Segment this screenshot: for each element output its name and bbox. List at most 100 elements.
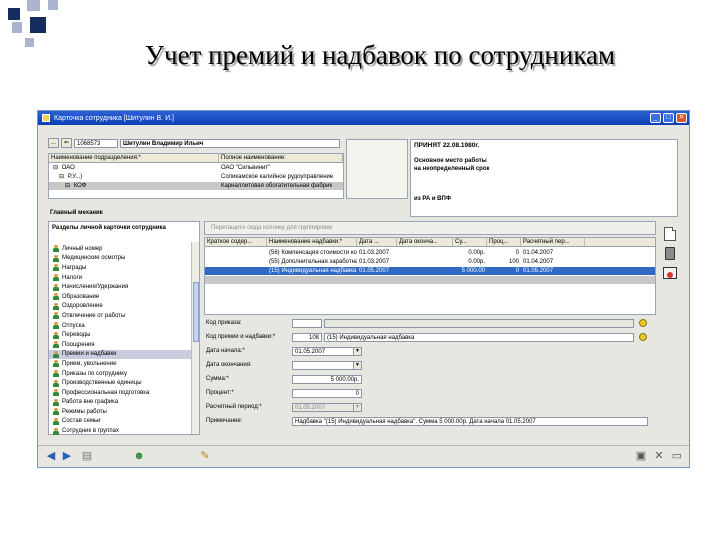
section-item[interactable]: Переводы — [49, 330, 191, 340]
bottom-toolbar: ◀ ▶ ▤ ☻ ✎ ▣ ✕ ▭ — [38, 445, 689, 467]
section-item[interactable]: Режимы работы — [49, 407, 191, 417]
bonus-column-header[interactable]: Наименование надбавки:* — [267, 238, 357, 246]
bonus-column-header[interactable]: Дата ... — [357, 238, 397, 246]
bonus-cell: 5 000.00 — [461, 268, 485, 274]
forward-icon[interactable]: ▶ — [60, 450, 74, 463]
section-item[interactable]: Образование — [49, 292, 191, 302]
section-item[interactable]: Поощрения — [49, 340, 191, 350]
bonus-code-input[interactable]: 108 — [292, 333, 322, 342]
chevron-down-icon[interactable]: ▼ — [353, 348, 361, 355]
bonus-column-header[interactable]: Су... — [453, 238, 487, 246]
bonus-cell: 0 — [515, 268, 519, 274]
section-item[interactable]: Отвлечение от работы — [49, 311, 191, 321]
section-item[interactable]: Состав семьи — [49, 417, 191, 427]
org-short: Р.У...) — [67, 174, 83, 180]
print-icon[interactable] — [663, 267, 677, 279]
bonus-cell: 01.04.2007 — [523, 250, 554, 256]
edit-person-icon[interactable]: ✎ — [198, 450, 212, 463]
org-column-header[interactable]: Полное наименование: — [219, 154, 343, 162]
status-header: ПРИНЯТ 22.08.1980г. — [414, 142, 480, 149]
sum-input[interactable]: 5 000.00р. — [292, 375, 362, 384]
section-item[interactable]: Налоги — [49, 273, 191, 283]
section-item[interactable]: Премии и надбавки — [49, 349, 191, 360]
section-item-label: Оздоровление — [62, 303, 103, 310]
chevron-down-icon[interactable]: ▼ — [353, 404, 361, 411]
bonus-cell: 0 — [515, 250, 519, 256]
tab-number-field[interactable]: 1068573 — [74, 139, 118, 148]
section-item[interactable]: Начисления/Удержания — [49, 282, 191, 292]
section-item[interactable]: Отпуска — [49, 321, 191, 331]
lookup-key-icon[interactable] — [639, 333, 647, 341]
org-row[interactable]: ⊟ ОАО ОАО "Сильвинит" — [49, 164, 343, 172]
bonus-column-header[interactable]: Расчетный пер... — [521, 238, 585, 246]
section-item[interactable]: Приказы по сотруднику — [49, 369, 191, 379]
slide-title: Учет премий и надбавок по сотрудникам — [144, 40, 616, 70]
bonus-row[interactable]: (15) Индивидуальная надбавка 01.05.2007 5 … — [205, 267, 655, 275]
org-row[interactable]: ⊟ КОФ Карналлитовая обогатительная фабри… — [49, 182, 343, 190]
bonus-row[interactable]: (55) Дополнительная заработная п 01.03.20… — [205, 258, 655, 266]
back-icon[interactable]: ◀ — [44, 450, 58, 463]
bonus-cell: 100 — [508, 259, 519, 265]
section-item-label: Прием, увольнение — [62, 360, 117, 367]
section-item[interactable]: Работа вне графика — [49, 398, 191, 408]
org-column-header[interactable]: Наименование подразделения:* — [49, 154, 219, 162]
sections-scrollbar[interactable] — [191, 242, 199, 434]
section-item-label: Состав семьи — [62, 418, 101, 425]
person-icon — [53, 350, 59, 358]
close-icon[interactable]: ✕ — [652, 450, 666, 463]
section-item-label: Премии и надбавки — [62, 351, 117, 358]
period-input[interactable]: 01.05.2007 ▼ — [292, 403, 362, 412]
note-label: Примечание: — [206, 418, 243, 424]
bonus-column-header[interactable]: Краткое содер... — [205, 238, 267, 246]
section-item[interactable]: Оздоровление — [49, 302, 191, 312]
minimize-button[interactable]: _ — [650, 113, 661, 123]
end-date-input[interactable]: ▼ — [292, 361, 362, 370]
save-icon[interactable]: ▣ — [634, 450, 648, 463]
new-document-icon[interactable] — [664, 227, 676, 241]
person-icon — [53, 417, 59, 425]
position-field[interactable]: Главный механик — [48, 209, 198, 218]
person-icon — [53, 379, 59, 387]
start-date-input[interactable]: 01.05.2007 ▼ — [292, 347, 362, 356]
bonus-cell — [487, 276, 521, 284]
org-row[interactable]: ⊟ Р.У...) Соликамское калийное рудоуправ… — [49, 173, 343, 181]
section-item-label: Сотрудник в группах — [62, 428, 119, 435]
section-item-label: Начисления/Удержания — [62, 284, 129, 291]
printer-icon[interactable]: ▤ — [80, 450, 94, 463]
close-button[interactable]: ✕ — [676, 113, 687, 123]
org-full: Карналлитовая обогатительная фабрик — [221, 183, 333, 189]
people-icon[interactable]: ☻ — [132, 450, 146, 463]
period-value: 01.05.2007 — [295, 405, 326, 411]
bonus-row[interactable]: (56) Компенсация стоимости комму01.03.20… — [205, 249, 655, 257]
back-arrow-button[interactable]: ⇐ — [61, 138, 72, 148]
maximize-button[interactable]: □ — [663, 113, 674, 123]
order-code-name[interactable] — [324, 319, 634, 328]
bonus-cell: 01.03.2007 — [359, 250, 390, 256]
window-titlebar[interactable]: Карточка сотрудника [Шитулин В. И.] _ □ … — [38, 111, 689, 125]
ellipsis-button[interactable]: ... — [48, 138, 59, 148]
bonus-cell: (55) Дополнительная заработная п — [269, 259, 357, 265]
note-input[interactable]: Надбавка "(15) Индивидуальная надбавка".… — [292, 417, 648, 426]
lookup-key-icon[interactable] — [639, 319, 647, 327]
section-item[interactable]: Медицинские осмотры — [49, 254, 191, 264]
bonus-column-header[interactable]: Дата оконча... — [397, 238, 453, 246]
section-item[interactable]: Сотрудник в группах — [49, 426, 191, 436]
percent-input[interactable]: 0 — [292, 389, 362, 398]
chevron-down-icon[interactable]: ▼ — [353, 362, 361, 369]
section-item[interactable]: Прием, увольнение — [49, 359, 191, 369]
section-item[interactable]: Личный номер — [49, 244, 191, 254]
bonus-column-header[interactable]: Проц... — [487, 238, 521, 246]
employee-name-field[interactable]: Шитулин Владимир Ильич — [120, 139, 340, 148]
section-item[interactable]: Профессиональная подготовка — [49, 388, 191, 398]
section-item[interactable]: Награды — [49, 263, 191, 273]
bonus-name-field[interactable]: (15) Индивидуальная надбавка — [324, 333, 634, 342]
section-item[interactable]: Производственные единицы — [49, 378, 191, 388]
bonus-row[interactable] — [205, 276, 655, 284]
bonus-cell: 01.03.2007 — [359, 259, 390, 265]
window-icon[interactable]: ▭ — [670, 450, 684, 463]
bonus-cell: 01.04.2007 — [523, 259, 554, 265]
trash-icon[interactable] — [665, 247, 675, 260]
status-line: Основное место работы — [414, 158, 487, 164]
order-code-input[interactable] — [292, 319, 322, 328]
bonus-cell — [357, 276, 397, 284]
